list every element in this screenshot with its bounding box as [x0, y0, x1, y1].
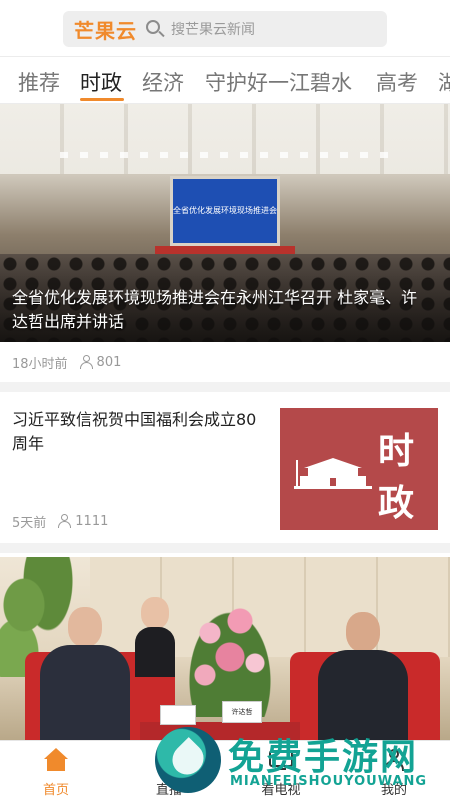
nameplate-text: 许达哲	[231, 708, 253, 716]
news-title[interactable]: 习近平致信祝贺中国福利会成立80周年	[12, 408, 268, 456]
news-thumbnail[interactable]: 时 政	[280, 408, 438, 530]
home-icon	[44, 748, 68, 772]
news-card-hero[interactable]: 全省优化发展环境现场推进会 全省优化发展环境现场推进会在永州江华召开 杜家毫、许…	[0, 104, 450, 342]
nav-home-label: 首页	[42, 783, 69, 798]
search-icon	[145, 19, 165, 39]
news-views: 1111	[75, 513, 109, 529]
watermark-subtext: MIANFEISHOUYOUWANG	[230, 774, 428, 789]
news-meta: 5天前 1111	[12, 511, 108, 531]
search-bar[interactable]: 芒果云 搜芒果云新闻	[63, 11, 387, 47]
news-card-photo[interactable]: 许达哲	[0, 557, 450, 740]
photo-person-right	[318, 612, 408, 740]
nav-home[interactable]: 首页	[11, 741, 101, 800]
news-title[interactable]: 全省优化发展环境现场推进会在永州江华召开 杜家毫、许达哲出席并讲话	[12, 286, 432, 334]
news-time: 5天前	[12, 515, 47, 531]
active-tab-indicator	[80, 98, 124, 101]
app-logo: 芒果云	[74, 18, 137, 43]
tab-protect-river[interactable]: 守护好一江碧水	[205, 67, 352, 97]
divider	[0, 543, 450, 553]
photo-nameplate-right: 许达哲	[222, 701, 262, 723]
news-time: 18小时前	[12, 356, 68, 372]
tab-economy[interactable]: 经济	[142, 67, 184, 97]
hero-stage-screen: 全省优化发展环境现场推进会	[170, 176, 280, 246]
channel-tabs: 推荐 时政 经济 守护好一江碧水 高考 湖	[0, 56, 450, 104]
photo-flowers	[180, 597, 280, 717]
watermark-text: 免费手游网	[228, 737, 419, 778]
photo-person-left	[40, 607, 130, 740]
header: 芒果云 搜芒果云新闻	[0, 0, 450, 56]
tab-hunan[interactable]: 湖	[438, 67, 450, 97]
tab-politics[interactable]: 时政	[80, 67, 122, 97]
photo-nameplate-left	[160, 705, 196, 725]
hero-ceiling	[0, 104, 450, 174]
tab-gaokao[interactable]: 高考	[376, 67, 418, 97]
divider	[0, 382, 450, 392]
hero-lights	[60, 152, 390, 158]
tab-recommend[interactable]: 推荐	[18, 67, 60, 97]
thumb-char-zheng: 政	[378, 482, 415, 524]
user-icon	[58, 514, 72, 528]
thumb-char-shi: 时	[378, 430, 415, 472]
hero-banner-text: 全省优化发展环境现场推进会	[173, 206, 277, 215]
user-icon	[79, 355, 94, 369]
news-meta: 18小时前 801	[12, 352, 121, 372]
tiananmen-icon	[294, 458, 372, 489]
search-placeholder: 搜芒果云新闻	[171, 22, 255, 38]
photo-person-interpreter	[135, 597, 175, 677]
news-views: 801	[96, 354, 122, 370]
watermark-logo	[155, 727, 221, 793]
